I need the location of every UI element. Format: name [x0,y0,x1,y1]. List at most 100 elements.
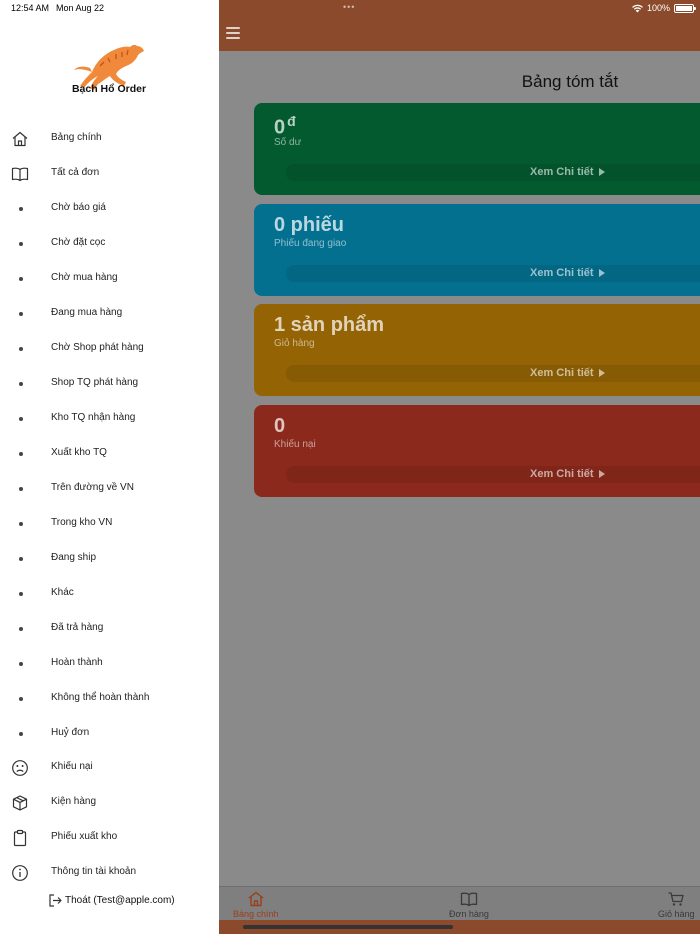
package-icon [11,794,29,812]
bullet-icon [19,382,23,386]
wifi-icon [632,4,643,12]
menu-label: Shop TQ phát hàng [51,377,139,388]
menu-item-other[interactable]: Khác [0,577,219,611]
cart-icon [668,892,684,906]
bullet-icon [19,487,23,491]
status-date: Mon Aug 22 [56,3,105,13]
menu-item-packages[interactable]: Kiện hàng [0,786,219,820]
menu-label: Tất cả đơn [51,167,100,178]
menu-label: Chờ mua hàng [51,272,118,283]
menu-label: Chờ đặt cọc [51,237,106,248]
menu-item-in-transit-vn[interactable]: Trên đường về VN [0,472,219,506]
menu-label: Đang mua hàng [51,307,123,318]
bullet-icon [19,207,23,211]
menu-item-cn-export[interactable]: Xuất kho TQ [0,437,219,471]
app-name: Bạch Hổ Order [71,83,147,95]
menu-item-complaints[interactable]: Khiếu nại [0,751,219,785]
sad-face-icon [11,759,29,777]
menu-item-completed[interactable]: Hoàn thành [0,647,219,681]
bullet-icon [19,557,23,561]
menu-label: Phiếu xuất kho [51,831,118,842]
menu-label: Chờ Shop phát hàng [51,342,144,353]
card-value: 0đ [274,113,296,139]
menu-item-all-orders[interactable]: Tất cả đơn [0,157,219,191]
view-detail-button[interactable]: Xem Chi tiết [286,164,700,181]
card-label: Khiếu nại [274,439,316,450]
status-right: 100% [632,3,696,13]
battery-icon [674,3,696,13]
battery-percent: 100% [646,3,670,13]
menu-item-shop-shipped[interactable]: Shop TQ phát hàng [0,367,219,401]
bullet-icon [19,627,23,631]
menu-label: Huỷ đơn [51,727,90,738]
bullet-icon [19,312,23,316]
card-value: 0 phiếu [274,214,345,236]
home-icon [11,130,29,148]
tab-orders[interactable]: Đơn hàng [449,891,489,919]
menu-item-export-slips[interactable]: Phiếu xuất kho [0,821,219,855]
bullet-icon [19,277,23,281]
tab-cart[interactable]: Giỏ hàng [658,891,695,919]
menu-label: Bảng chính [51,132,102,143]
menu-item-purchasing[interactable]: Đang mua hàng [0,297,219,331]
delivering-card[interactable]: 0 phiếu Phiếu đang giao Xem Chi tiết [254,204,700,296]
menu-item-waiting-quote[interactable]: Chờ báo giá [0,192,219,226]
menu-label: Hoàn thành [51,657,103,668]
status-time: 12:54 AM [11,3,50,13]
cart-card[interactable]: 1 sản phẩm Giỏ hàng Xem Chi tiết [254,304,700,396]
bullet-icon [19,522,23,526]
bullet-icon [19,697,23,701]
menu-label: Khiếu nại [51,761,93,772]
menu-item-shipping[interactable]: Đang ship [0,542,219,576]
menu-item-in-vn-warehouse[interactable]: Trong kho VN [0,507,219,541]
multitask-dots-icon: ••• [343,2,356,12]
menu-label: Trong kho VN [51,517,113,528]
menu-item-cannot-complete[interactable]: Không thể hoàn thành [0,682,219,716]
home-icon [248,891,264,907]
bullet-icon [19,592,23,596]
complaint-card[interactable]: 0 Khiếu nại Xem Chi tiết [254,405,700,497]
menu-item-waiting-deposit[interactable]: Chờ đặt cọc [0,227,219,261]
balance-card[interactable]: 0đ Số dư Xem Chi tiết [254,103,700,195]
view-detail-button[interactable]: Xem Chi tiết [286,466,700,483]
menu-label: Không thể hoàn thành [51,692,150,703]
logout-label: Thoát (Test@apple.com) [65,894,175,906]
side-drawer: 12:54 AM Mon Aug 22 Bạch Hổ Order Bảng c… [0,0,219,934]
card-label: Giỏ hàng [274,338,315,349]
menu-label: Trên đường về VN [51,482,134,493]
menu-label: Xuất kho TQ [51,447,107,458]
menu-item-returned[interactable]: Đã trả hàng [0,612,219,646]
menu-label: Khác [51,587,74,598]
bullet-icon [19,452,23,456]
menu-label: Thông tin tài khoản [51,866,137,877]
tab-dashboard[interactable]: Bảng chính [233,891,279,919]
card-value: 0 [274,415,286,437]
book-icon [460,892,478,907]
menu-label: Kho TQ nhận hàng [51,412,136,423]
page-title: Bảng tóm tắt [521,72,619,91]
menu-label: Đang ship [51,552,97,563]
home-indicator [243,925,453,929]
menu-item-waiting-shop-ship[interactable]: Chờ Shop phát hàng [0,332,219,366]
menu-item-waiting-purchase[interactable]: Chờ mua hàng [0,262,219,296]
logout-icon [49,893,62,907]
view-detail-button[interactable]: Xem Chi tiết [286,365,700,382]
menu-label: Kiện hàng [51,796,97,807]
menu-item-dashboard[interactable]: Bảng chính [0,122,219,156]
view-detail-button[interactable]: Xem Chi tiết [286,265,700,282]
bullet-icon [19,662,23,666]
menu-item-account-info[interactable]: Thông tin tài khoản [0,856,219,890]
bullet-icon [19,417,23,421]
menu-item-cn-warehouse-received[interactable]: Kho TQ nhận hàng [0,402,219,436]
bullet-icon [19,242,23,246]
card-label: Phiếu đang giao [274,238,347,249]
card-label: Số dư [274,137,302,148]
menu-label: Chờ báo giá [51,202,106,213]
bullet-icon [19,347,23,351]
logout-button[interactable]: Thoát (Test@apple.com) [48,891,175,909]
menu-hamburger-icon[interactable] [226,27,240,39]
menu-item-cancelled[interactable]: Huỷ đơn [0,717,219,751]
info-icon [11,864,29,882]
book-icon [11,165,29,183]
card-value: 1 sản phẩm [274,314,385,336]
